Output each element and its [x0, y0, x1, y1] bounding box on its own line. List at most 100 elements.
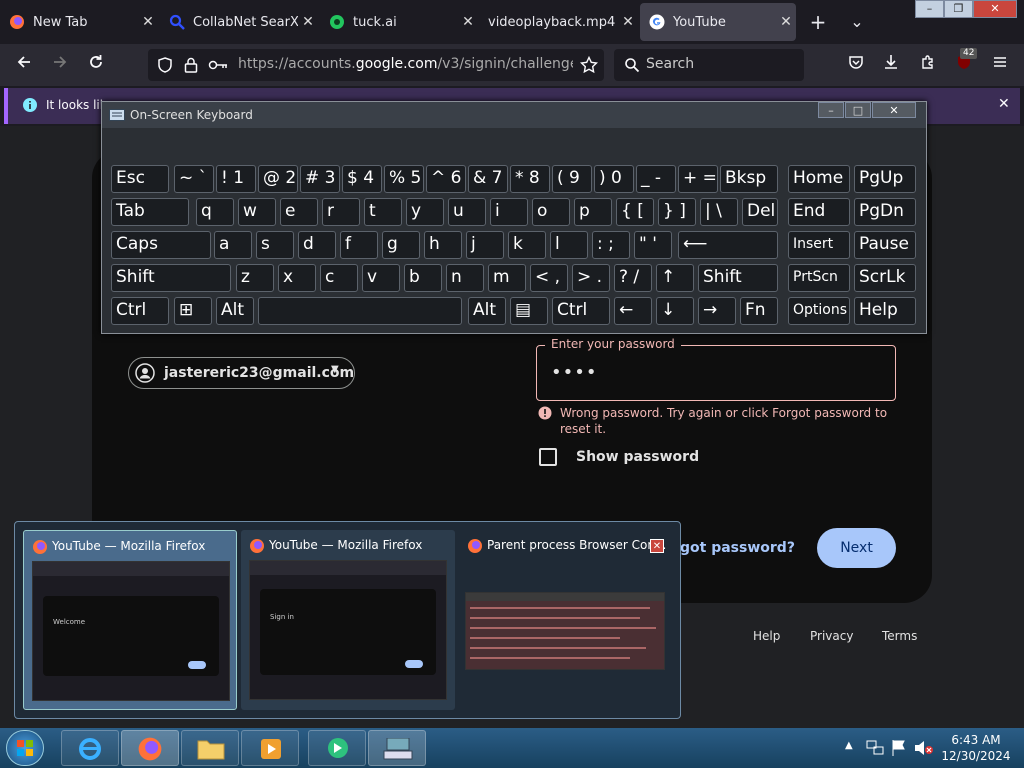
network-icon[interactable]	[866, 740, 884, 756]
key-space[interactable]	[258, 297, 462, 325]
key-shift[interactable]: Shift	[111, 264, 231, 292]
taskbar-app[interactable]	[308, 730, 366, 766]
tab-youtube[interactable]: YouTube ✕	[640, 3, 796, 41]
tab-videoplayback[interactable]: videoplayback.mp4 ✕	[480, 3, 638, 41]
lock-icon[interactable]	[184, 57, 198, 73]
password-input[interactable]: ••••	[551, 362, 597, 383]
key-y[interactable]: y	[406, 198, 444, 226]
key-8[interactable]: * 8	[510, 165, 550, 193]
footer-help-link[interactable]: Help	[753, 629, 780, 643]
preview-window-2[interactable]: YouTube — Mozilla Firefox Sign in	[241, 530, 455, 710]
taskbar-ie[interactable]	[61, 730, 119, 766]
key-h[interactable]: h	[424, 231, 462, 259]
key-prtscn[interactable]: PrtScn	[788, 264, 850, 292]
downloads-button[interactable]	[877, 51, 905, 79]
key-k[interactable]: k	[508, 231, 546, 259]
new-tab-button[interactable]: +	[804, 8, 832, 36]
forward-button[interactable]	[46, 51, 74, 79]
close-icon[interactable]: ✕	[650, 539, 664, 553]
key-ctrl[interactable]: Ctrl	[552, 297, 610, 325]
key-help[interactable]: Help	[854, 297, 916, 325]
tab-collabnet-searxng[interactable]: CollabNet SearXNG ✕	[160, 3, 318, 41]
close-icon[interactable]: ✕	[776, 14, 796, 30]
key-3[interactable]: # 3	[300, 165, 340, 193]
shield-icon[interactable]	[157, 57, 173, 73]
extensions-button[interactable]	[914, 51, 942, 79]
osk-minimize-icon[interactable]: –	[818, 102, 844, 118]
key-symbol[interactable]: ←	[614, 297, 652, 325]
taskbar-osk[interactable]	[368, 730, 426, 766]
key-w[interactable]: w	[238, 198, 276, 226]
key-m[interactable]: m	[488, 264, 526, 292]
key-esc[interactable]: Esc	[111, 165, 169, 193]
key-end[interactable]: End	[788, 198, 850, 226]
reload-button[interactable]	[82, 51, 110, 79]
key-7[interactable]: & 7	[468, 165, 508, 193]
key-icon[interactable]	[208, 58, 228, 72]
key-alt[interactable]: Alt	[216, 297, 254, 325]
key-symbol[interactable]: ⊞	[174, 297, 212, 325]
key-symbol[interactable]: } ]	[658, 198, 696, 226]
close-icon[interactable]: ✕	[998, 96, 1010, 112]
key-g[interactable]: g	[382, 231, 420, 259]
password-field[interactable]: Enter your password ••••	[536, 337, 896, 401]
key-j[interactable]: j	[466, 231, 504, 259]
account-chip[interactable]: jastereric23@gmail.com ▼	[128, 357, 355, 389]
key-v[interactable]: v	[362, 264, 400, 292]
preview-window-1[interactable]: YouTube — Mozilla Firefox Welcome	[23, 530, 237, 710]
taskbar-media-player[interactable]	[241, 730, 299, 766]
key-options[interactable]: Options	[788, 297, 850, 325]
minimize-icon[interactable]: –	[915, 0, 944, 18]
key-symbol[interactable]: ▤	[510, 297, 548, 325]
key-pgup[interactable]: PgUp	[854, 165, 916, 193]
footer-terms-link[interactable]: Terms	[882, 629, 917, 643]
key-b[interactable]: b	[404, 264, 442, 292]
key-t[interactable]: t	[364, 198, 402, 226]
key-e[interactable]: e	[280, 198, 318, 226]
taskbar-explorer[interactable]	[181, 730, 239, 766]
key-pause[interactable]: Pause	[854, 231, 916, 259]
key-p[interactable]: p	[574, 198, 612, 226]
action-center-flag-icon[interactable]	[891, 739, 907, 757]
key-s[interactable]: s	[256, 231, 294, 259]
key-symbol[interactable]: : ;	[592, 231, 630, 259]
key-o[interactable]: o	[532, 198, 570, 226]
show-password-label[interactable]: Show password	[576, 449, 699, 465]
key-c[interactable]: c	[320, 264, 358, 292]
osk-close-icon[interactable]: ✕	[872, 102, 916, 118]
key-alt[interactable]: Alt	[468, 297, 506, 325]
key-symbol[interactable]: ⟵	[678, 231, 778, 259]
key-symbol[interactable]: " '	[634, 231, 672, 259]
key-symbol[interactable]: ~ `	[174, 165, 214, 193]
key-u[interactable]: u	[448, 198, 486, 226]
key-1[interactable]: ! 1	[216, 165, 256, 193]
close-icon[interactable]: ✕	[298, 14, 318, 30]
key-bksp[interactable]: Bksp	[720, 165, 778, 193]
key-2[interactable]: @ 2	[258, 165, 298, 193]
search-input[interactable]: Search	[614, 49, 804, 81]
next-button[interactable]: Next	[817, 528, 896, 568]
key-a[interactable]: a	[214, 231, 252, 259]
key-del[interactable]: Del	[742, 198, 778, 226]
show-hidden-icons[interactable]: ▲	[845, 740, 853, 751]
key-5[interactable]: % 5	[384, 165, 424, 193]
key-r[interactable]: r	[322, 198, 360, 226]
key-ctrl[interactable]: Ctrl	[111, 297, 169, 325]
key-i[interactable]: i	[490, 198, 528, 226]
forgot-password-link[interactable]: got password?	[680, 540, 795, 556]
key-0[interactable]: ) 0	[594, 165, 634, 193]
key-scrlk[interactable]: ScrLk	[854, 264, 916, 292]
close-icon[interactable]: ✕	[458, 14, 478, 30]
key-symbol[interactable]: { [	[616, 198, 654, 226]
key-4[interactable]: $ 4	[342, 165, 382, 193]
url-text[interactable]: https://accounts.google.com/v3/signin/ch…	[238, 56, 573, 72]
key-d[interactable]: d	[298, 231, 336, 259]
pocket-button[interactable]	[842, 51, 870, 79]
key-x[interactable]: x	[278, 264, 316, 292]
key-shift[interactable]: Shift	[698, 264, 778, 292]
key-symbol[interactable]: →	[698, 297, 736, 325]
tab-new-tab[interactable]: New Tab ✕	[0, 3, 158, 41]
close-icon[interactable]: ✕	[138, 14, 158, 30]
bookmark-star-icon[interactable]	[580, 56, 598, 74]
key-pgdn[interactable]: PgDn	[854, 198, 916, 226]
